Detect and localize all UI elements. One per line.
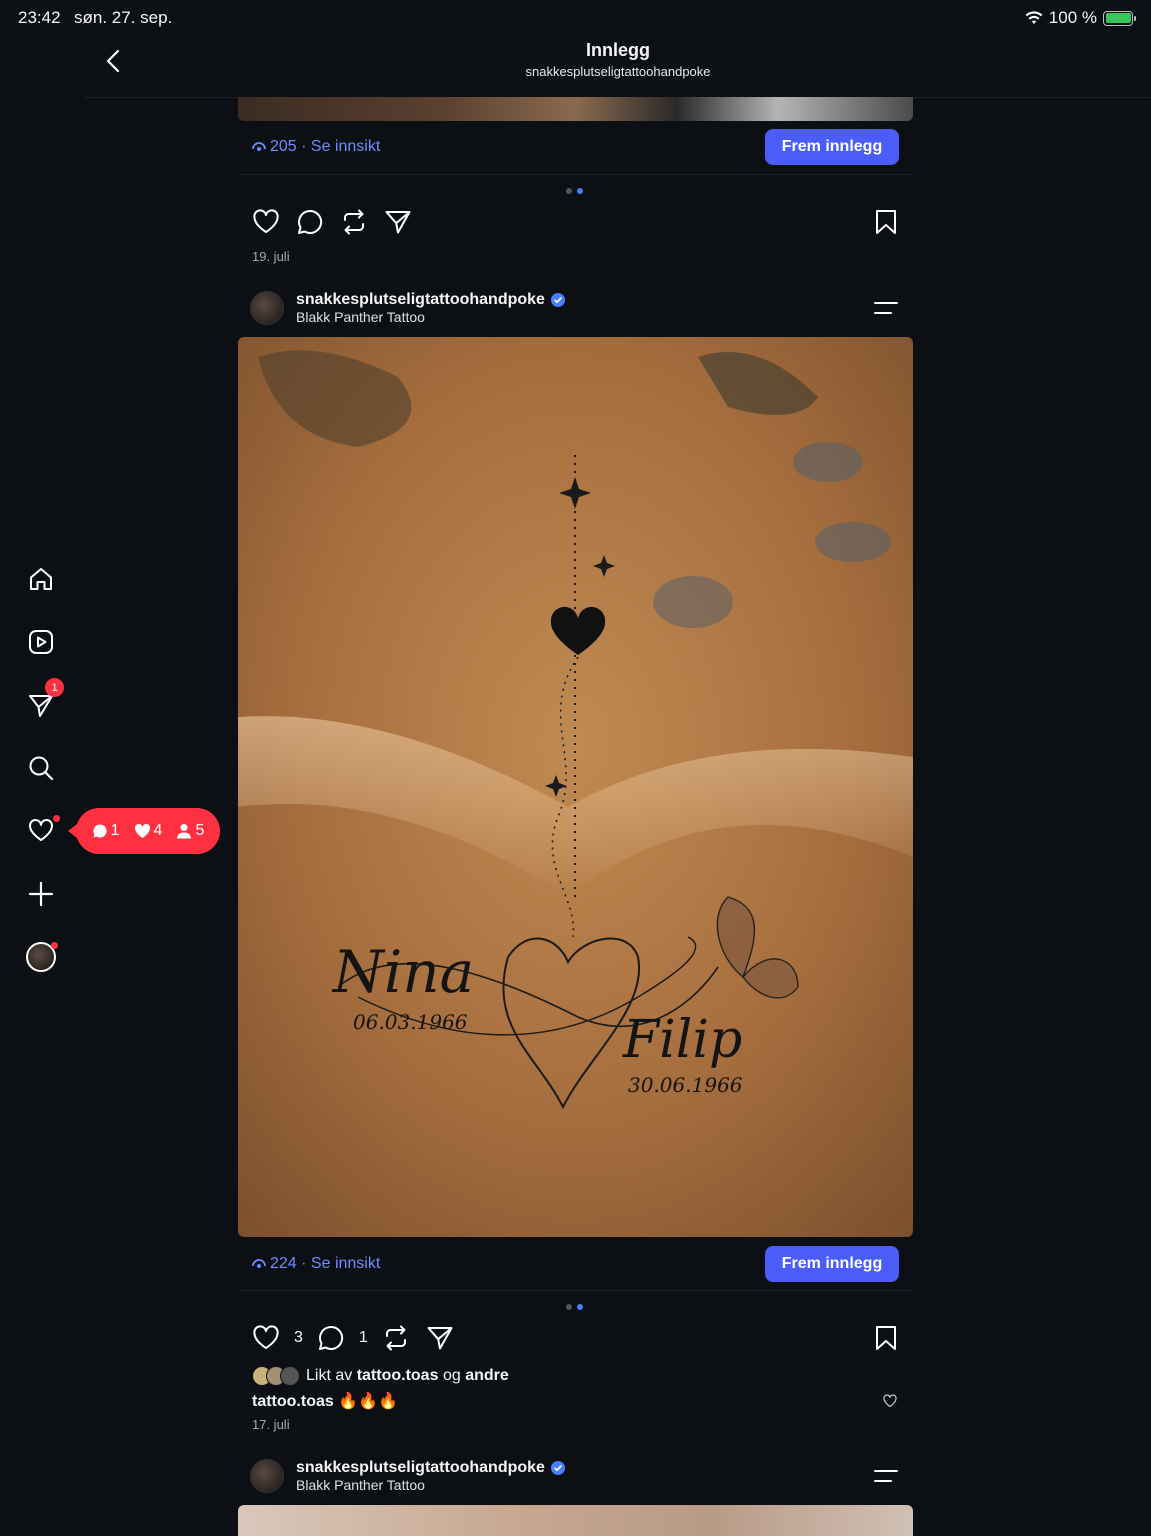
post-1-insights-row: 224 · Se innsikt Frem innlegg [238, 1246, 913, 1282]
comment-count[interactable]: 1 [359, 1329, 368, 1347]
liked-by-row[interactable]: Likt av tattoo.toas og andre [238, 1365, 913, 1387]
comment-text: 🔥🔥🔥 [338, 1393, 398, 1410]
post-2-location[interactable]: Blakk Panther Tattoo [296, 1477, 873, 1493]
post-0-carousel-dots [566, 188, 583, 194]
status-date: søn. 27. sep. [74, 8, 173, 27]
comment-bubble-icon [93, 824, 107, 838]
notifications-icon[interactable] [24, 813, 60, 847]
status-time: 23:42 [18, 8, 61, 27]
post-1-photo[interactable]: Nina 06.03.1966 Filip 30.06.1966 [238, 337, 913, 1237]
tattoo-text-date-right: 30.06.1966 [628, 1073, 743, 1097]
post-1-date: 17. juli [252, 1417, 290, 1432]
messages-badge: 1 [45, 678, 64, 697]
battery-percent: 100 % [1048, 8, 1097, 27]
post-2-avatar[interactable] [250, 1459, 284, 1493]
post-1-location[interactable]: Blakk Panther Tattoo [296, 309, 873, 325]
activity-bubble[interactable]: 1 4 5 [68, 808, 220, 854]
comment-row: tattoo.toas 🔥🔥🔥 [238, 1389, 913, 1413]
profile-icon[interactable] [24, 940, 58, 974]
post-0-insights-link[interactable]: 205 · Se innsikt [252, 138, 380, 156]
comment-icon[interactable] [296, 208, 324, 236]
post-1-avatar[interactable] [250, 291, 284, 325]
like-heart-icon[interactable] [252, 1324, 280, 1352]
messages-icon[interactable]: 1 [24, 678, 64, 722]
comment-user[interactable]: tattoo.toas [252, 1393, 334, 1410]
bookmark-icon[interactable] [873, 1324, 899, 1352]
views-icon [252, 142, 266, 151]
post-0-date: 19. juli [252, 249, 290, 264]
person-icon [177, 824, 192, 839]
repost-icon[interactable] [382, 1324, 410, 1352]
post-1-insights-link[interactable]: 224 · Se innsikt [252, 1255, 380, 1273]
share-icon[interactable] [426, 1324, 454, 1352]
post-1-username[interactable]: snakkesplutseligtattoohandpoke [296, 291, 873, 309]
header: Innlegg snakkesplutseligtattoohandpoke [85, 30, 1151, 98]
tattoo-text-date-left: 06.03.1966 [353, 1010, 468, 1034]
post-2-photo[interactable] [238, 1505, 913, 1536]
page-subtitle: snakkesplutseligtattoohandpoke [525, 64, 711, 79]
liked-by-others[interactable]: andre [465, 1367, 509, 1385]
wifi-icon [1025, 11, 1043, 25]
tattoo-text-filip: Filip [622, 1010, 742, 1070]
divider [238, 174, 913, 175]
heart-filled-icon [134, 823, 150, 838]
like-count[interactable]: 3 [294, 1329, 303, 1347]
profile-dot [51, 942, 58, 949]
repost-icon[interactable] [340, 208, 368, 236]
post-1-header: snakkesplutseligtattoohandpoke Blakk Pan… [238, 289, 913, 327]
liked-by-user[interactable]: tattoo.toas [357, 1367, 439, 1385]
divider [238, 1290, 913, 1291]
tattoo-photo-image: Nina 06.03.1966 Filip 30.06.1966 [238, 337, 913, 1237]
reels-icon[interactable] [24, 625, 58, 659]
more-options-icon[interactable] [873, 298, 899, 318]
search-icon[interactable] [24, 751, 58, 785]
page-title: Innlegg [586, 40, 650, 60]
battery-icon [1103, 10, 1136, 26]
liked-by-avatars [252, 1366, 300, 1386]
share-icon[interactable] [384, 208, 412, 236]
more-options-icon[interactable] [873, 1466, 899, 1486]
post-0-photo[interactable] [238, 97, 913, 121]
follow-notification: 5 [176, 822, 204, 840]
post-0-actions [238, 206, 913, 238]
post-0-insights-row: 205 · Se innsikt Frem innlegg [238, 129, 913, 165]
post-2-header: snakkesplutseligtattoohandpoke Blakk Pan… [238, 1457, 913, 1495]
post-1-promote-button[interactable]: Frem innlegg [765, 1246, 899, 1282]
home-icon[interactable] [24, 562, 58, 596]
post-1-carousel-dots [566, 1304, 583, 1310]
create-icon[interactable] [24, 877, 58, 911]
post-1-actions: 3 1 [238, 1322, 913, 1354]
like-notification: 4 [134, 822, 162, 840]
comment-like-icon[interactable] [883, 1394, 897, 1408]
notifications-dot [53, 815, 60, 822]
like-heart-icon[interactable] [252, 208, 280, 236]
comment-notification: 1 [92, 822, 120, 840]
comment-icon[interactable] [317, 1324, 345, 1352]
tattoo-text-nina: Nina [331, 938, 474, 1006]
bookmark-icon[interactable] [873, 208, 899, 236]
views-icon [252, 1259, 266, 1268]
verified-badge-icon [550, 1461, 565, 1475]
verified-badge-icon [550, 293, 565, 307]
post-0-promote-button[interactable]: Frem innlegg [765, 129, 899, 165]
status-indicators: 100 % [1025, 8, 1136, 28]
post-2-username[interactable]: snakkesplutseligtattoohandpoke [296, 1459, 873, 1477]
avatar [280, 1366, 300, 1386]
